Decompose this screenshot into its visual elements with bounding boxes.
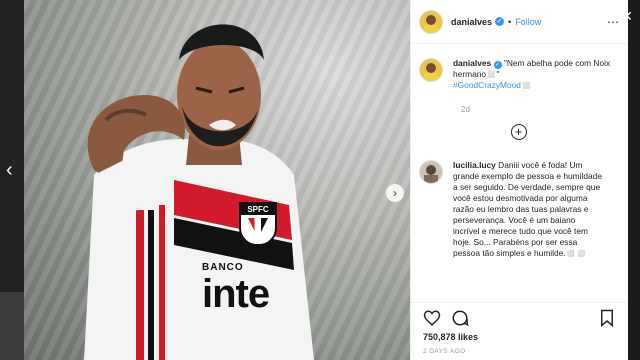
separator-dot: •: [508, 16, 512, 27]
follow-button[interactable]: Follow: [515, 17, 541, 27]
post-sidebar: danialves ✓ • Follow ⋯ danialves ✓ "Nem …: [410, 0, 628, 360]
post-modal: SPFC BANCO inte › danialves ✓ • Follow ⋯…: [24, 0, 628, 360]
backdrop-right: [628, 0, 640, 360]
caption-text: danialves ✓ "Nem abelha pode com Noix he…: [453, 58, 618, 91]
verified-icon: ✓: [493, 61, 502, 69]
post-header: danialves ✓ • Follow ⋯: [411, 0, 628, 44]
comment-username[interactable]: lucilia.lucy: [453, 160, 496, 170]
caption: danialves ✓ "Nem abelha pode com Noix he…: [419, 58, 618, 91]
hashtag-link[interactable]: #GoodCrazyMood◻️: [453, 80, 531, 90]
bookmark-icon[interactable]: [598, 309, 616, 327]
post-photo: SPFC BANCO inte ›: [24, 0, 410, 360]
comment-icon[interactable]: [451, 309, 469, 327]
chevron-right-icon[interactable]: ›: [386, 184, 404, 202]
username[interactable]: danialves: [451, 17, 492, 27]
club-crest: SPFC: [239, 202, 277, 246]
verified-icon: ✓: [495, 17, 505, 26]
comments-feed: danialves ✓ "Nem abelha pode com Noix he…: [411, 44, 628, 302]
avatar[interactable]: [419, 9, 443, 34]
chevron-left-icon[interactable]: ‹: [6, 160, 13, 180]
plus-circle-icon[interactable]: +: [510, 124, 527, 140]
crest-label: SPFC: [241, 204, 275, 215]
avatar[interactable]: [419, 58, 443, 82]
action-icons: [423, 309, 616, 327]
more-icon[interactable]: ⋯: [607, 15, 620, 29]
sponsor-main: inte: [202, 272, 270, 316]
avatar[interactable]: [419, 160, 443, 184]
caption-username[interactable]: danialves: [453, 58, 491, 68]
like-count[interactable]: 750,878 likes: [423, 332, 616, 342]
comment-item: lucilia.lucy Daniii você é foda! Um gran…: [419, 160, 618, 259]
comment-body: Daniii você é foda! Um grande exemplo de…: [453, 160, 602, 258]
comment-text: lucilia.lucy Daniii você é foda! Um gran…: [453, 160, 603, 259]
caption-age: 2d: [461, 105, 470, 114]
backdrop-strip: [0, 292, 24, 360]
heart-icon[interactable]: [423, 309, 441, 327]
post-timestamp: 2 DAYS AGO: [423, 348, 466, 355]
post-actions: 750,878 likes 2 DAYS AGO: [411, 302, 628, 360]
crest-shield: [248, 218, 268, 238]
